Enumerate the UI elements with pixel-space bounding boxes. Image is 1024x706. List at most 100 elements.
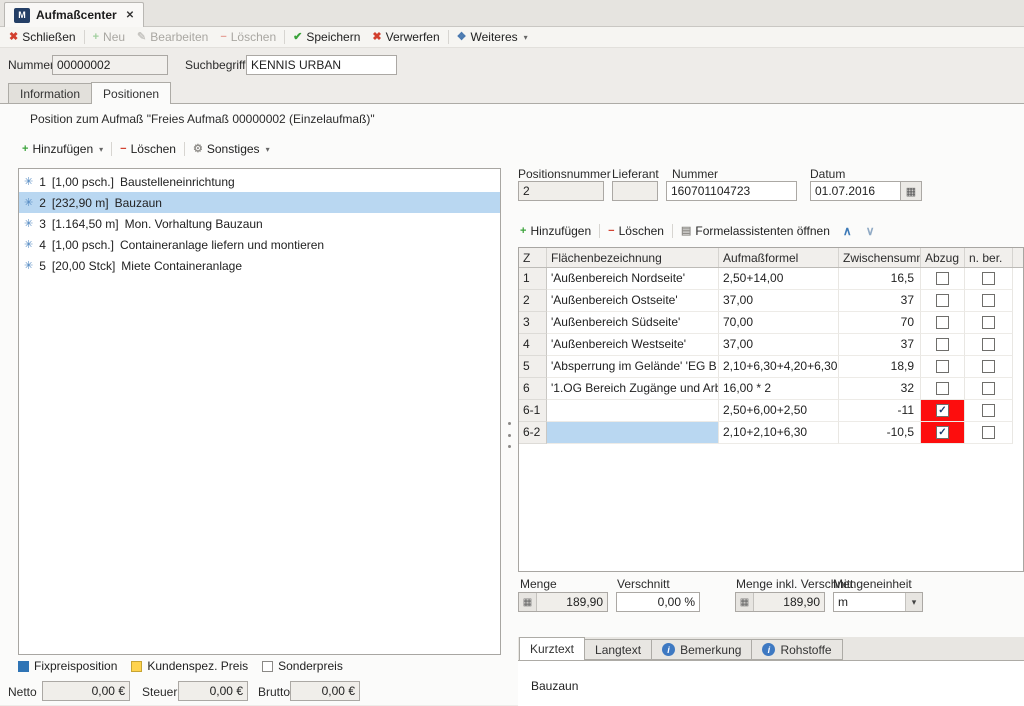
document-tab-aufmasscenter[interactable]: M Aufmaßcenter ✕ (4, 2, 144, 27)
nber-checkbox[interactable] (982, 294, 995, 307)
suchbegriff-input[interactable]: KENNIS URBAN (246, 55, 397, 75)
cell-flaechenbezeichnung[interactable] (547, 400, 719, 422)
position-list[interactable]: ✳1[1,00 psch.]Baustelleneinrichtung✳2[23… (18, 168, 501, 655)
discard-button[interactable]: ✖ Verwerfen (366, 28, 445, 47)
column-header-abzug[interactable]: Abzug (921, 248, 965, 267)
abzug-checkbox[interactable] (936, 272, 949, 285)
position-list-item[interactable]: ✳5[20,00 Stck]Miete Containeranlage (19, 255, 500, 276)
cell-zwischensumme: -11 (839, 400, 921, 422)
cell-aufmassformel[interactable]: 16,00 * 2 (719, 378, 839, 400)
positionsnummer-field[interactable]: 2 (518, 181, 604, 201)
tab-bemerkung[interactable]: iBemerkung (651, 639, 752, 660)
nber-checkbox[interactable] (982, 404, 995, 417)
cell-flaechenbezeichnung[interactable]: 'Außenbereich Ostseite' (547, 290, 719, 312)
more-button[interactable]: ❖ Weiteres ▾ (451, 28, 534, 47)
measure-table-row[interactable]: 2'Außenbereich Ostseite'37,0037 (519, 290, 1023, 312)
steuer-field[interactable]: 0,00 € (178, 681, 248, 701)
tab-close-icon[interactable]: ✕ (126, 10, 134, 21)
position-add-button[interactable]: + Hinzufügen ▾ (16, 140, 109, 159)
save-button[interactable]: ✔ Speichern (287, 28, 366, 47)
lieferant-field[interactable] (612, 181, 658, 201)
measure-table-row[interactable]: 6'1.OG Bereich Zugänge und Arbe16,00 * 2… (519, 378, 1023, 400)
datum-field[interactable]: 01.07.2016 (810, 181, 901, 201)
calculator-icon[interactable]: ▦ (519, 593, 537, 611)
abzug-checkbox[interactable] (936, 338, 949, 351)
legend-sonderpreis[interactable]: Sonderpreis (262, 659, 357, 673)
nber-checkbox[interactable] (982, 316, 995, 329)
abzug-checkbox[interactable] (936, 360, 949, 373)
cell-aufmassformel[interactable]: 37,00 (719, 290, 839, 312)
cell-aufmassformel[interactable]: 2,10+2,10+6,30 (719, 422, 839, 444)
calculator-icon[interactable]: ▦ (736, 593, 754, 611)
measure-table-row[interactable]: 6-22,10+2,10+6,30-10,5✓ (519, 422, 1023, 444)
position-number: 1 (39, 175, 46, 189)
tab-rohstoffe[interactable]: iRohstoffe (751, 639, 842, 660)
measure-table-row[interactable]: 6-12,50+6,00+2,50-11✓ (519, 400, 1023, 422)
nber-checkbox[interactable] (982, 426, 995, 439)
cell-flaechenbezeichnung[interactable] (547, 422, 719, 444)
cell-aufmassformel[interactable]: 37,00 (719, 334, 839, 356)
cell-aufmassformel[interactable]: 2,50+14,00 (719, 268, 839, 290)
nber-checkbox[interactable] (982, 272, 995, 285)
measure-table-row[interactable]: 1'Außenbereich Nordseite'2,50+14,0016,5 (519, 268, 1023, 290)
delete-button[interactable]: − Löschen (214, 28, 282, 47)
position-list-item[interactable]: ✳1[1,00 psch.]Baustelleneinrichtung (19, 171, 500, 192)
detail-nummer-field[interactable]: 160701104723 (666, 181, 797, 201)
cell-flaechenbezeichnung[interactable]: 'Außenbereich Südseite' (547, 312, 719, 334)
formula-assistant-button[interactable]: ▤ Formelassistenten öffnen (675, 222, 836, 241)
abzug-checkbox[interactable] (936, 294, 949, 307)
menge-inkl-field[interactable]: ▦ 189,90 (735, 592, 825, 612)
edit-button[interactable]: ✎ Bearbeiten (131, 28, 214, 47)
column-header-flaechenbezeichnung[interactable]: Flächenbezeichnung (547, 248, 719, 267)
netto-field[interactable]: 0,00 € (42, 681, 130, 701)
calendar-button[interactable]: ▦ (901, 181, 922, 201)
cell-flaechenbezeichnung[interactable]: 'Absperrung im Gelände' 'EG B (547, 356, 719, 378)
nber-checkbox[interactable] (982, 382, 995, 395)
legend-kundenspez[interactable]: Kundenspez. Preis (131, 659, 262, 673)
brutto-label: Brutto (258, 685, 290, 699)
cell-flaechenbezeichnung[interactable]: '1.OG Bereich Zugänge und Arbe (547, 378, 719, 400)
new-button[interactable]: + Neu (87, 28, 131, 47)
legend-fixpreis[interactable]: Fixpreisposition (18, 659, 131, 673)
tab-positionen[interactable]: Positionen (91, 82, 171, 104)
position-list-item[interactable]: ✳4[1,00 psch.]Containeranlage liefern un… (19, 234, 500, 255)
tab-langtext[interactable]: Langtext (584, 639, 652, 660)
column-header-nber[interactable]: n. ber. (965, 248, 1013, 267)
nber-checkbox[interactable] (982, 338, 995, 351)
close-button[interactable]: ✖ Schließen (3, 28, 82, 47)
abzug-checkbox[interactable]: ✓ (936, 426, 949, 439)
position-delete-button[interactable]: − Löschen (114, 140, 182, 159)
chevron-down-icon[interactable]: ▾ (905, 593, 922, 611)
verschnitt-field[interactable]: 0,00 % (616, 592, 700, 612)
measure-add-button[interactable]: + Hinzufügen (514, 222, 597, 241)
measure-table-row[interactable]: 3'Außenbereich Südseite'70,0070 (519, 312, 1023, 334)
measure-delete-button[interactable]: − Löschen (602, 222, 670, 241)
cell-flaechenbezeichnung[interactable]: 'Außenbereich Nordseite' (547, 268, 719, 290)
nummer-input[interactable]: 00000002 (52, 55, 168, 75)
tab-kurztext[interactable]: Kurztext (519, 637, 585, 660)
move-up-button[interactable]: ∧ (836, 224, 859, 238)
nber-checkbox[interactable] (982, 360, 995, 373)
tab-information[interactable]: Information (8, 83, 92, 104)
brutto-field[interactable]: 0,00 € (290, 681, 360, 701)
cell-aufmassformel[interactable]: 2,10+6,30+4,20+6,30 (719, 356, 839, 378)
kurztext-editor[interactable]: Bauzaun (518, 660, 1024, 706)
measure-table-row[interactable]: 4'Außenbereich Westseite'37,0037 (519, 334, 1023, 356)
panel-splitter[interactable] (505, 422, 513, 448)
move-down-button[interactable]: ∨ (859, 224, 882, 238)
column-header-aufmassformel[interactable]: Aufmaßformel (719, 248, 839, 267)
cell-aufmassformel[interactable]: 70,00 (719, 312, 839, 334)
column-header-z[interactable]: Z (519, 248, 547, 267)
mengeneinheit-dropdown[interactable]: m ▾ (833, 592, 923, 612)
abzug-checkbox[interactable] (936, 316, 949, 329)
cell-aufmassformel[interactable]: 2,50+6,00+2,50 (719, 400, 839, 422)
abzug-checkbox[interactable] (936, 382, 949, 395)
measure-table-row[interactable]: 5'Absperrung im Gelände' 'EG B2,10+6,30+… (519, 356, 1023, 378)
column-header-zwischensumme[interactable]: Zwischensumme (839, 248, 921, 267)
position-list-item[interactable]: ✳2[232,90 m]Bauzaun (19, 192, 500, 213)
cell-flaechenbezeichnung[interactable]: 'Außenbereich Westseite' (547, 334, 719, 356)
menge-field[interactable]: ▦ 189,90 (518, 592, 608, 612)
position-list-item[interactable]: ✳3[1.164,50 m]Mon. Vorhaltung Bauzaun (19, 213, 500, 234)
position-other-button[interactable]: ⚙ Sonstiges ▾ (187, 140, 276, 159)
abzug-checkbox[interactable]: ✓ (936, 404, 949, 417)
